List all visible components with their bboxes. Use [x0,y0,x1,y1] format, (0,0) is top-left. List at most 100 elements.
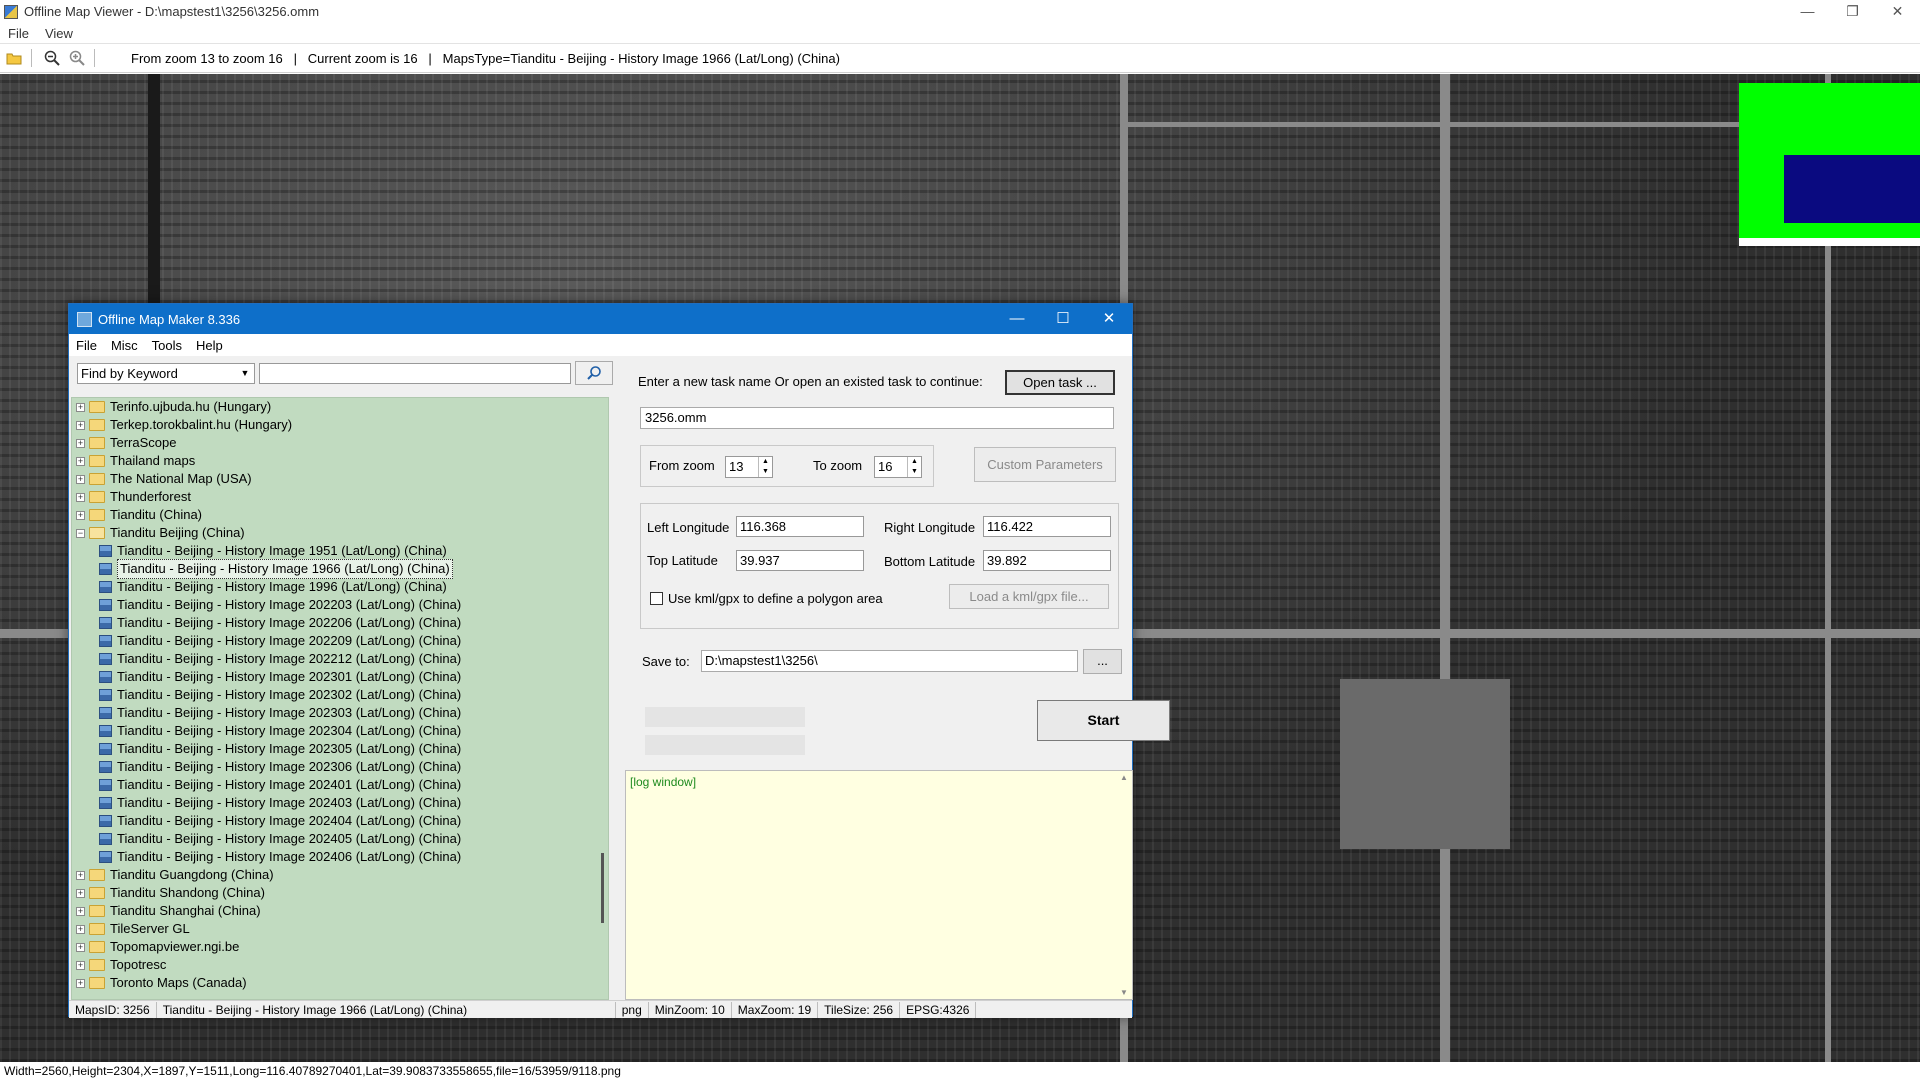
tree-map-item[interactable]: Tianditu - Beijing - History Image 20220… [72,614,608,632]
tree-folder-item[interactable]: + Thailand maps [72,452,608,470]
expand-icon[interactable]: + [76,456,85,466]
tree-folder-item[interactable]: + TerraScope [72,434,608,452]
tree-folder-item[interactable]: + Toronto Maps (Canada) [72,974,608,992]
expand-icon[interactable]: + [76,942,85,952]
bottom-latitude-input[interactable]: 39.892 [983,550,1111,571]
menu-file[interactable]: File [69,338,104,353]
tree-map-item[interactable]: Tianditu - Beijing - History Image 20240… [72,776,608,794]
expand-icon[interactable]: + [76,492,85,502]
custom-parameters-button[interactable]: Custom Parameters [974,447,1116,482]
open-task-button[interactable]: Open task ... [1005,370,1115,395]
expand-icon[interactable]: + [76,510,85,520]
search-button[interactable] [575,361,613,385]
maximize-icon[interactable]: ☐ [1040,304,1086,334]
start-button[interactable]: Start [1037,700,1170,741]
expand-icon[interactable]: + [76,924,85,934]
expand-icon[interactable]: + [76,420,85,430]
log-text: [log window] [630,775,697,789]
close-icon[interactable]: ✕ [1875,0,1920,23]
find-keyword-input[interactable] [259,362,571,384]
tree-folder-item[interactable]: + Terinfo.ujbuda.hu (Hungary) [72,398,608,416]
right-longitude-input[interactable]: 116.422 [983,516,1111,537]
tree-map-item[interactable]: Tianditu - Beijing - History Image 20240… [72,812,608,830]
tree-item-label: Tianditu - Beijing - History Image 20230… [117,687,462,702]
folder-icon [89,887,105,899]
minimize-icon[interactable]: — [994,304,1040,334]
tree-scrollbar[interactable] [598,398,608,999]
scroll-down-icon[interactable]: ▼ [1120,988,1128,997]
top-latitude-input[interactable]: 39.937 [736,550,864,571]
tree-folder-item[interactable]: + Topotresc [72,956,608,974]
zoom-out-icon[interactable] [41,47,63,69]
tree-map-item[interactable]: Tianditu - Beijing - History Image 20230… [72,758,608,776]
status-map-name: Tianditu - Beijing - History Image 1966 … [157,1001,616,1018]
save-path-input[interactable]: D:\mapstest1\3256\ [701,650,1078,672]
browse-button[interactable]: ... [1083,649,1122,674]
log-window[interactable]: [log window] ▲ ▼ [625,770,1133,1000]
expand-icon[interactable]: + [76,438,85,448]
restore-icon[interactable]: ❐ [1830,0,1875,23]
menu-view[interactable]: View [37,26,81,41]
tree-map-item[interactable]: Tianditu - Beijing - History Image 20230… [72,722,608,740]
expand-icon[interactable]: + [76,906,85,916]
scrollbar-thumb[interactable] [601,853,604,923]
collapse-icon[interactable]: − [76,528,85,538]
to-zoom-stepper[interactable]: 16 ▲ ▼ [874,456,922,478]
scroll-up-icon[interactable]: ▲ [1120,773,1128,782]
tree-map-item[interactable]: Tianditu - Beijing - History Image 20240… [72,794,608,812]
spinner-arrows-icon[interactable]: ▲ ▼ [758,457,772,477]
tree-map-item[interactable]: Tianditu - Beijing - History Image 1966 … [72,559,608,579]
kml-polygon-checkbox[interactable] [650,592,663,605]
tree-folder-item[interactable]: + Tianditu (China) [72,506,608,524]
spinner-arrows-icon[interactable]: ▲ ▼ [907,457,921,477]
status-maps-id: MapsID: 3256 [69,1001,157,1018]
open-folder-icon[interactable] [3,47,25,69]
viewer-toolbar: From zoom 13 to zoom 16 | Current zoom i… [0,43,1920,73]
find-mode-select[interactable]: Find by Keyword ▼ [77,362,255,384]
tree-map-item[interactable]: Tianditu - Beijing - History Image 20230… [72,704,608,722]
expand-icon[interactable]: + [76,402,85,412]
tree-map-item[interactable]: Tianditu - Beijing - History Image 20240… [72,848,608,866]
tree-folder-item[interactable]: + Tianditu Shanghai (China) [72,902,608,920]
tree-folder-item[interactable]: + TileServer GL [72,920,608,938]
map-image-icon [99,833,112,845]
expand-icon[interactable]: + [76,870,85,880]
left-longitude-input[interactable]: 116.368 [736,516,864,537]
expand-icon[interactable]: + [76,888,85,898]
tree-folder-item[interactable]: − Tianditu Beijing (China) [72,524,608,542]
kml-polygon-label[interactable]: Use kml/gpx to define a polygon area [668,591,883,606]
menu-tools[interactable]: Tools [145,338,189,353]
expand-icon[interactable]: + [76,474,85,484]
tree-map-item[interactable]: Tianditu - Beijing - History Image 20220… [72,596,608,614]
tree-map-item[interactable]: Tianditu - Beijing - History Image 1951 … [72,542,608,560]
minimap-viewport[interactable] [1784,155,1920,223]
expand-icon[interactable]: + [76,960,85,970]
tree-map-item[interactable]: Tianditu - Beijing - History Image 20230… [72,668,608,686]
tree-map-item[interactable]: Tianditu - Beijing - History Image 20240… [72,830,608,848]
overview-minimap[interactable] [1739,83,1920,246]
zoom-in-icon[interactable] [66,47,88,69]
tree-folder-item[interactable]: + Thunderforest [72,488,608,506]
tree-map-item[interactable]: Tianditu - Beijing - History Image 20230… [72,740,608,758]
load-kml-button[interactable]: Load a kml/gpx file... [949,584,1109,609]
tree-map-item[interactable]: Tianditu - Beijing - History Image 1996 … [72,578,608,596]
tree-map-item[interactable]: Tianditu - Beijing - History Image 20220… [72,632,608,650]
minimize-icon[interactable]: — [1785,0,1830,23]
tree-map-item[interactable]: Tianditu - Beijing - History Image 20230… [72,686,608,704]
tree-folder-item[interactable]: + Terkep.torokbalint.hu (Hungary) [72,416,608,434]
from-zoom-stepper[interactable]: 13 ▲ ▼ [725,456,773,478]
menu-help[interactable]: Help [189,338,230,353]
menu-file[interactable]: File [0,26,37,41]
menu-misc[interactable]: Misc [104,338,145,353]
map-source-tree[interactable]: + Terinfo.ujbuda.hu (Hungary) + Terkep.toro… [71,397,609,1000]
expand-icon[interactable]: + [76,978,85,988]
tree-folder-item[interactable]: + Tianditu Shandong (China) [72,884,608,902]
tree-folder-item[interactable]: + Topomapviewer.ngi.be [72,938,608,956]
tree-folder-item[interactable]: + The National Map (USA) [72,470,608,488]
tree-folder-item[interactable]: + Tianditu Guangdong (China) [72,866,608,884]
close-icon[interactable]: ✕ [1086,304,1132,334]
tree-map-item[interactable]: Tianditu - Beijing - History Image 20221… [72,650,608,668]
dialog-titlebar[interactable]: Offline Map Maker 8.336 — ☐ ✕ [69,304,1132,334]
task-name-input[interactable]: 3256.omm [640,407,1114,429]
log-scrollbar[interactable]: ▲ ▼ [1118,771,1132,999]
